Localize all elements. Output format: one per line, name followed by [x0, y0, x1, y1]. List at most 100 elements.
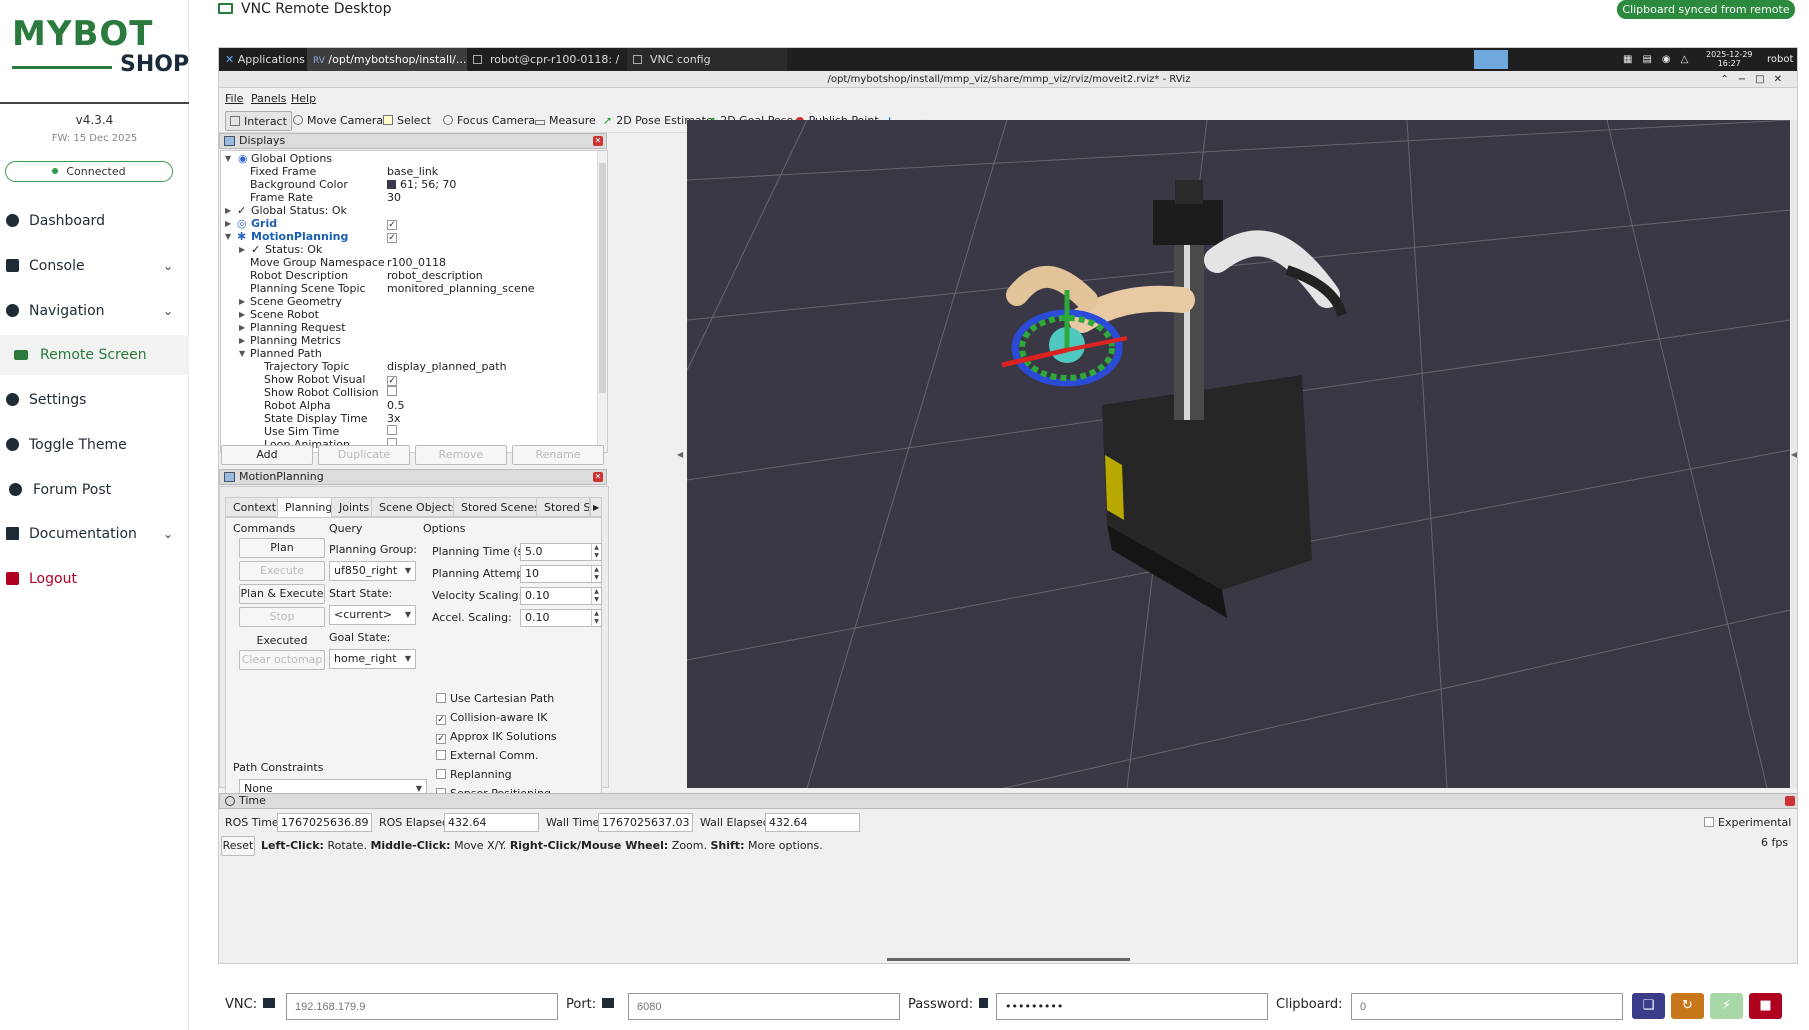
- replanning-checkbox[interactable]: Replanning: [436, 768, 512, 781]
- planning-group-select[interactable]: uf850_right ▼: [329, 561, 416, 581]
- wall-time-field[interactable]: 1767025637.03: [598, 813, 693, 832]
- start-state-select[interactable]: <current> ▼: [329, 605, 416, 625]
- ros-time-field[interactable]: 1767025636.89: [277, 813, 372, 832]
- displays-scrollbar[interactable]: [597, 151, 607, 452]
- sidebar-item-navigation[interactable]: Navigation ⌄: [0, 291, 189, 331]
- tab-context[interactable]: Context: [225, 497, 285, 517]
- port-input[interactable]: [628, 993, 900, 1020]
- theme-icon: [6, 438, 19, 451]
- applications-menu[interactable]: ✕ Applications :: [219, 48, 307, 71]
- chevron-down-icon: ⌄: [162, 259, 173, 273]
- collision-aware-ik-checkbox[interactable]: ✓ Collision-aware IK: [436, 711, 548, 725]
- experimental-checkbox[interactable]: Experimental: [1704, 816, 1791, 829]
- task-terminal[interactable]: robot@cpr-r100-0118: /: [467, 48, 627, 71]
- planning-attempts-input[interactable]: 10 ▲ ▼: [520, 565, 602, 583]
- accel-scaling-input[interactable]: 0.10 ▲ ▼: [520, 609, 602, 627]
- vnc-host-input[interactable]: [286, 993, 558, 1020]
- workspace-switcher[interactable]: [1474, 50, 1508, 69]
- lock-icon: [979, 998, 989, 1008]
- rename-display-button[interactable]: Rename: [512, 445, 604, 465]
- splitter-handle[interactable]: ◀: [677, 120, 685, 788]
- horizontal-scroll-indicator[interactable]: [887, 958, 1130, 961]
- tray-icons[interactable]: ▦▤◉△: [1623, 48, 1698, 71]
- tool-focus-camera[interactable]: Focus Camera: [439, 111, 539, 131]
- execute-button[interactable]: Execute: [239, 561, 325, 581]
- clock-icon: [225, 796, 235, 806]
- task-vnc-config[interactable]: VNC config: [627, 48, 787, 71]
- port-label: Port:: [566, 990, 615, 1020]
- stop-button[interactable]: Stop: [239, 607, 325, 627]
- color-swatch[interactable]: [387, 180, 396, 189]
- menu-help[interactable]: Help: [291, 89, 316, 109]
- options-label: Options: [423, 522, 466, 535]
- password-label: Password:: [908, 990, 989, 1020]
- scrollbar-thumb[interactable]: [599, 163, 606, 393]
- tool-move-camera[interactable]: Move Camera: [289, 111, 387, 131]
- sidebar-item-toggle-theme[interactable]: Toggle Theme: [0, 425, 189, 465]
- use-sim-time-checkbox[interactable]: [387, 425, 397, 435]
- tab-stored-scenes[interactable]: Stored Scenes: [453, 497, 548, 517]
- task-rviz[interactable]: RV /opt/mybotshop/install/...: [307, 48, 467, 71]
- window-controls[interactable]: ⌃−□✕: [1720, 71, 1791, 88]
- add-display-button[interactable]: Add: [221, 445, 313, 465]
- password-input[interactable]: •••••••••: [996, 993, 1268, 1020]
- close-icon[interactable]: ✕: [593, 136, 603, 146]
- planning-time-input[interactable]: 5.0 ▲ ▼: [520, 543, 602, 561]
- displays-panel-header: Displays ✕: [219, 133, 607, 149]
- reconnect-button[interactable]: ↻: [1671, 993, 1704, 1019]
- rviz-3d-viewport[interactable]: [687, 120, 1790, 788]
- sidebar-item-logout[interactable]: Logout: [0, 559, 189, 599]
- clear-octomap-button[interactable]: Clear octomap: [239, 650, 325, 670]
- accel-scaling-label: Accel. Scaling:: [432, 611, 512, 624]
- menu-panels[interactable]: Panels: [251, 89, 286, 109]
- clipboard-copy-button[interactable]: ❏: [1632, 993, 1665, 1019]
- ros-elapsed-field[interactable]: 432.64: [444, 813, 539, 832]
- connect-button[interactable]: ⚡: [1710, 993, 1743, 1019]
- sidebar-item-dashboard[interactable]: Dashboard: [0, 201, 189, 241]
- show-robot-collision-checkbox[interactable]: [387, 386, 397, 396]
- book-icon: [6, 527, 19, 540]
- external-comm-checkbox[interactable]: External Comm.: [436, 749, 538, 762]
- clipboard-input[interactable]: [1351, 993, 1623, 1020]
- tool-interact[interactable]: Interact: [225, 111, 292, 131]
- spinner-icon[interactable]: ▲ ▼: [591, 566, 601, 582]
- reset-button[interactable]: Reset: [221, 836, 255, 856]
- clock[interactable]: 2025-12-29 16:27: [1706, 50, 1753, 73]
- tool-measure[interactable]: Measure: [531, 111, 600, 131]
- sidebar-item-documentation[interactable]: Documentation ⌄: [0, 514, 189, 554]
- sidebar-item-remote-screen[interactable]: Remote Screen: [0, 335, 189, 375]
- logo-bottom: SHOP: [120, 52, 190, 77]
- sidebar-item-forum-post[interactable]: Forum Post: [0, 470, 189, 510]
- tab-scene-objects[interactable]: Scene Objects: [371, 497, 466, 517]
- user-menu[interactable]: robot: [1767, 48, 1793, 71]
- approx-ik-checkbox[interactable]: ✓ Approx IK Solutions: [436, 730, 557, 744]
- displays-tree[interactable]: ▼ ◉ Global Options Fixed Frame base_link Ba…: [220, 150, 608, 453]
- motionplanning-icon: [224, 472, 235, 482]
- tab-scroll-right-icon[interactable]: ▶: [590, 497, 602, 517]
- motionplanning-panel-header: MotionPlanning ✕: [219, 469, 607, 485]
- right-splitter[interactable]: ◀: [1791, 120, 1797, 788]
- plan-execute-button[interactable]: Plan & Execute: [239, 584, 325, 604]
- velocity-scaling-input[interactable]: 0.10 ▲ ▼: [520, 587, 602, 605]
- plan-button[interactable]: Plan: [239, 538, 325, 558]
- use-cartesian-path-checkbox[interactable]: Use Cartesian Path: [436, 692, 554, 705]
- sidebar-item-console[interactable]: Console ⌄: [0, 246, 189, 286]
- vnc-screen[interactable]: ✕ Applications : RV /opt/mybotshop/insta…: [218, 47, 1798, 964]
- spinner-icon[interactable]: ▲ ▼: [591, 588, 601, 604]
- goal-state-select[interactable]: home_right ▼: [329, 649, 416, 669]
- gear-icon: [6, 393, 19, 406]
- terminal-icon: [473, 55, 482, 64]
- duplicate-display-button[interactable]: Duplicate: [318, 445, 410, 465]
- remove-display-button[interactable]: Remove: [415, 445, 507, 465]
- console-icon: [6, 259, 19, 272]
- tab-stored-states[interactable]: Stored S: [536, 497, 590, 517]
- spinner-icon[interactable]: ▲ ▼: [591, 610, 601, 626]
- close-icon[interactable]: ✕: [593, 472, 603, 482]
- spinner-icon[interactable]: ▲ ▼: [591, 544, 601, 560]
- disconnect-button[interactable]: ■: [1749, 993, 1782, 1019]
- tool-select[interactable]: Select: [379, 111, 435, 131]
- wall-elapsed-field[interactable]: 432.64: [765, 813, 860, 832]
- sidebar-item-settings[interactable]: Settings: [0, 380, 189, 420]
- close-icon[interactable]: [1785, 796, 1795, 806]
- menu-file[interactable]: File: [225, 89, 243, 109]
